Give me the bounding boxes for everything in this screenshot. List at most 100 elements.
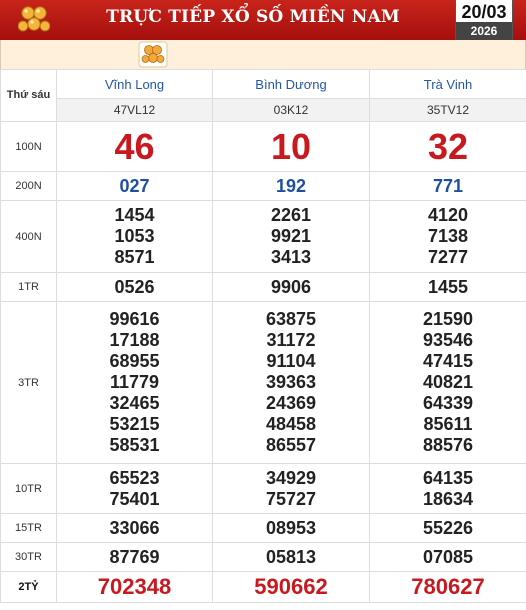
province-row: Thứ sáu Vĩnh Long Bình Dương Trà Vinh [0, 69, 526, 122]
page-title: TRỰC TIẾP XỔ SỐ MIỀN NAM [106, 7, 400, 27]
code-row: 47VL12 03K12 35TV12 [1, 98, 526, 122]
prize-number: 93546 [422, 330, 474, 350]
prize-number: 4120 [427, 205, 469, 225]
prize-number: 7277 [427, 247, 469, 267]
prize-row: 100N 46 10 32 [0, 121, 526, 172]
date-year: 2026 [456, 22, 512, 40]
prize-number: 11779 [109, 372, 160, 392]
prize-number: 9921 [270, 226, 312, 246]
prize-number: 33066 [109, 517, 160, 538]
prize-number: 85611 [423, 414, 473, 434]
lottery-balls-icon[interactable] [138, 41, 168, 68]
prize-cell: 2261 9921 3413 [212, 200, 370, 273]
prize-number: 53215 [109, 414, 160, 434]
prize-cell: 64135 18634 [369, 463, 526, 514]
prize-cell: 32 [369, 121, 526, 172]
prize-number: 64339 [422, 393, 474, 413]
prize-number: 64135 [422, 467, 474, 488]
prize-cell: 590662 [212, 571, 370, 603]
prize-number: 07085 [422, 546, 474, 567]
header-bar: TRỰC TIẾP XỔ SỐ MIỀN NAM 20/03 2026 [0, 0, 526, 42]
prize-number: 7138 [427, 226, 469, 246]
prize-number: 1053 [114, 226, 155, 246]
date-day: 20/03 [461, 2, 507, 22]
province-code-2: 03K12 [212, 98, 370, 122]
prize-number: 58531 [109, 435, 160, 455]
prize-number: 68955 [109, 351, 160, 371]
prize-cell: 192 [212, 171, 370, 201]
prize-number: 86557 [265, 435, 317, 455]
prize-cell: 780627 [369, 571, 526, 603]
prize-label: 10TR [0, 463, 57, 514]
prize-number: 48458 [265, 414, 317, 434]
prize-cell: 99616 17188 68955 11779 32465 53215 58531 [56, 301, 213, 464]
prize-label: 400N [0, 200, 57, 273]
prize-cell: 63875 31172 91104 39363 24369 48458 86557 [212, 301, 370, 464]
prize-cell: 05813 [212, 542, 370, 572]
prize-row: 30TR 87769 05813 07085 [0, 542, 526, 572]
lottery-balls-icon [18, 6, 50, 32]
prize-cell: 07085 [369, 542, 526, 572]
prize-row: 1TR 0526 9906 1455 [0, 272, 526, 302]
prize-number: 590662 [254, 574, 328, 599]
prize-number: 65523 [109, 467, 160, 488]
prize-cell: 0526 [56, 272, 213, 302]
prize-cell: 1455 [369, 272, 526, 302]
prize-number: 0526 [114, 276, 155, 297]
prize-label: 3TR [0, 301, 57, 464]
prize-label: 200N [0, 171, 57, 201]
prize-number: 05813 [265, 546, 317, 567]
prize-cell: 10 [212, 121, 370, 172]
prize-number: 99616 [109, 309, 160, 329]
prize-row: 200N 027 192 771 [0, 171, 526, 201]
weekday-label: Thứ sáu [0, 69, 57, 122]
prize-number: 10 [270, 125, 312, 167]
prize-number: 18634 [422, 488, 474, 509]
sub-bar [0, 40, 526, 69]
prize-rows: 100N 46 10 32 200N 027 192 771 400N 1454 1053 8571 2… [0, 121, 526, 603]
prize-number: 21590 [422, 309, 474, 329]
prize-number: 88576 [422, 435, 474, 455]
prize-number: 1454 [114, 205, 155, 225]
prize-number: 31172 [266, 330, 316, 350]
prize-number: 87769 [109, 546, 160, 567]
prize-row: 15TR 33066 08953 55226 [0, 513, 526, 543]
prize-number: 08953 [265, 517, 317, 538]
prize-cell: 87769 [56, 542, 213, 572]
prize-number: 39363 [265, 372, 317, 392]
prize-cell: 9906 [212, 272, 370, 302]
prize-number: 24369 [265, 393, 317, 413]
prize-number: 47415 [422, 351, 474, 371]
date-badge: 20/03 2026 [455, 0, 513, 42]
province-name-1[interactable]: Vĩnh Long [56, 69, 213, 99]
prize-cell: 46 [56, 121, 213, 172]
prize-number: 17188 [109, 330, 160, 350]
prize-label: 30TR [0, 542, 57, 572]
prize-row: 2TỶ 702348 590662 780627 [0, 571, 526, 603]
prize-label: 100N [0, 121, 57, 172]
results-table: Thứ sáu Vĩnh Long Bình Dương Trà Vinh 47… [0, 69, 526, 603]
prize-number: 75727 [265, 488, 317, 509]
prize-number: 1455 [427, 276, 469, 297]
prize-number: 91104 [266, 351, 316, 371]
prize-number: 40821 [422, 372, 474, 392]
prize-cell: 1454 1053 8571 [56, 200, 213, 273]
province-name-3[interactable]: Trà Vinh [369, 69, 526, 99]
prize-cell: 702348 [56, 571, 213, 603]
prize-number: 192 [275, 175, 307, 196]
prize-number: 63875 [265, 309, 317, 329]
prize-cell: 027 [56, 171, 213, 201]
prize-label: 15TR [0, 513, 57, 543]
prize-cell: 34929 75727 [212, 463, 370, 514]
prize-row: 400N 1454 1053 8571 2261 9921 3413 4120 7138 7277 [0, 200, 526, 273]
prize-cell: 771 [369, 171, 526, 201]
province-name-2[interactable]: Bình Dương [212, 69, 370, 99]
province-code-3: 35TV12 [369, 98, 526, 122]
prize-number: 32 [427, 125, 469, 167]
prize-row: 3TR 99616 17188 68955 11779 32465 53215 58531 63… [0, 301, 526, 464]
prize-number: 2261 [270, 205, 312, 225]
prize-number: 32465 [109, 393, 160, 413]
prize-cell: 08953 [212, 513, 370, 543]
prize-number: 46 [114, 125, 155, 167]
prize-number: 8571 [114, 247, 155, 267]
